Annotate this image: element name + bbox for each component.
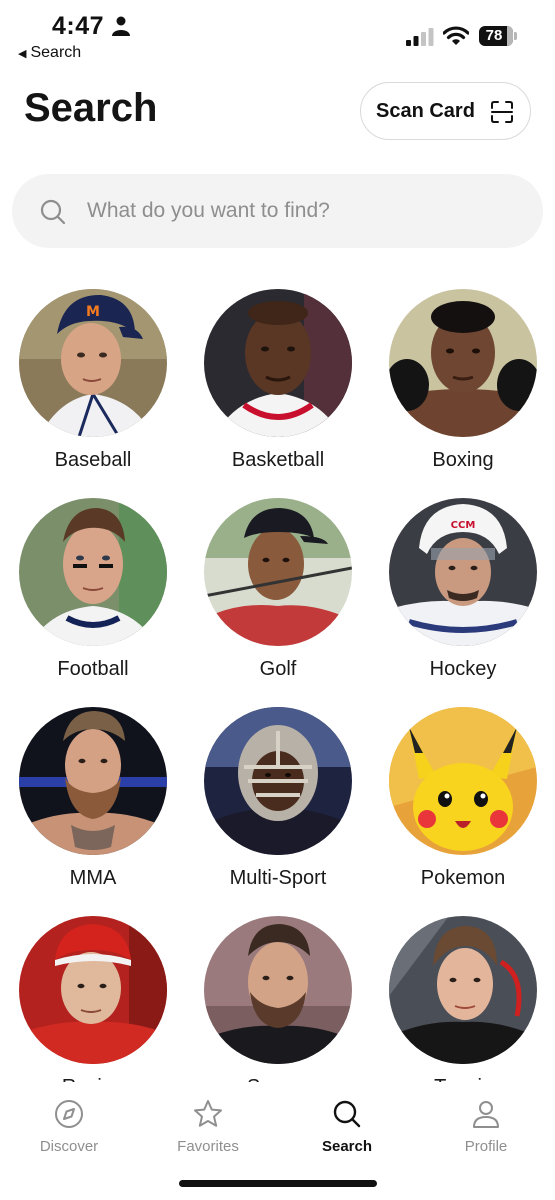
category-mma[interactable]: MMA [19, 707, 169, 897]
multi-sport-athlete-photo [204, 707, 352, 855]
person-icon [473, 1101, 499, 1128]
soccer-player-photo [204, 916, 352, 1064]
category-label: Basketball [231, 449, 325, 471]
racing-driver-photo [19, 916, 167, 1064]
category-label: Pokemon [420, 867, 506, 889]
tab-label: Favorites [177, 1138, 239, 1155]
basketball-player-photo [204, 289, 352, 437]
status-bar: 4:47 ◀ Search 78 [0, 0, 555, 70]
tab-favorites[interactable]: Favorites [148, 1098, 268, 1168]
golfer-photo [204, 498, 352, 646]
person-icon [112, 16, 130, 36]
svg-text:M: M [86, 304, 100, 320]
category-boxing[interactable]: Boxing [389, 289, 539, 479]
category-label: MMA [69, 867, 117, 889]
tab-search[interactable]: Search [287, 1098, 407, 1168]
back-to-search-link[interactable]: ◀ Search [18, 44, 81, 62]
scan-card-button[interactable]: Scan Card [360, 82, 531, 140]
search-input[interactable] [87, 194, 507, 228]
page-title: Search [24, 86, 158, 130]
compass-icon [55, 1100, 83, 1128]
back-arrow-icon: ◀ [18, 47, 27, 60]
hockey-player-photo: CCM [389, 498, 537, 646]
svg-text:CCM: CCM [451, 520, 476, 531]
category-tennis[interactable]: Tennis [389, 916, 539, 1089]
battery-indicator: 78 [479, 26, 517, 46]
category-label: Boxing [432, 449, 494, 471]
tab-profile[interactable]: Profile [426, 1098, 546, 1168]
back-link-label: Search [30, 44, 82, 61]
search-bar[interactable] [12, 174, 543, 248]
battery-percentage: 78 [485, 27, 503, 44]
category-label: Football [57, 658, 129, 680]
category-pokemon[interactable]: Pokemon [389, 707, 539, 897]
wifi-icon [443, 26, 469, 45]
football-player-photo [19, 498, 167, 646]
scan-frame-icon [491, 101, 513, 123]
home-indicator[interactable] [179, 1180, 377, 1187]
tab-label: Profile [464, 1138, 508, 1155]
tab-label: Discover [39, 1138, 99, 1155]
cellular-signal-icon [406, 28, 434, 46]
tab-label: Search [321, 1138, 373, 1155]
tennis-player-photo [389, 916, 537, 1064]
category-football[interactable]: Football [19, 498, 169, 688]
search-icon [40, 199, 66, 225]
mma-fighter-photo [19, 707, 167, 855]
category-basketball[interactable]: Basketball [204, 289, 354, 479]
scan-card-label: Scan Card [376, 99, 475, 122]
pikachu-photo [389, 707, 537, 855]
star-icon [194, 1100, 222, 1127]
category-baseball[interactable]: M Baseball [19, 289, 169, 479]
category-label: Baseball [54, 449, 132, 471]
tab-discover[interactable]: Discover [9, 1098, 129, 1168]
category-hockey[interactable]: CCM Hockey [389, 498, 539, 688]
boxer-photo [389, 289, 537, 437]
category-label: Golf [259, 658, 297, 680]
category-label: Hockey [429, 658, 497, 680]
category-soccer[interactable]: Soccer [204, 916, 354, 1089]
search-screen: 4:47 ◀ Search 78 Search Scan Card What d… [0, 0, 555, 1200]
category-grid: M Baseball Basketball Boxing Football Go… [0, 289, 555, 1089]
category-label: Multi-Sport [229, 867, 327, 889]
category-golf[interactable]: Golf [204, 498, 354, 688]
baseball-player-photo: M [19, 289, 167, 437]
category-racing[interactable]: Racing [19, 916, 169, 1089]
category-multi-sport[interactable]: Multi-Sport [204, 707, 354, 897]
clock: 4:47 [52, 12, 105, 40]
search-icon [333, 1100, 361, 1128]
